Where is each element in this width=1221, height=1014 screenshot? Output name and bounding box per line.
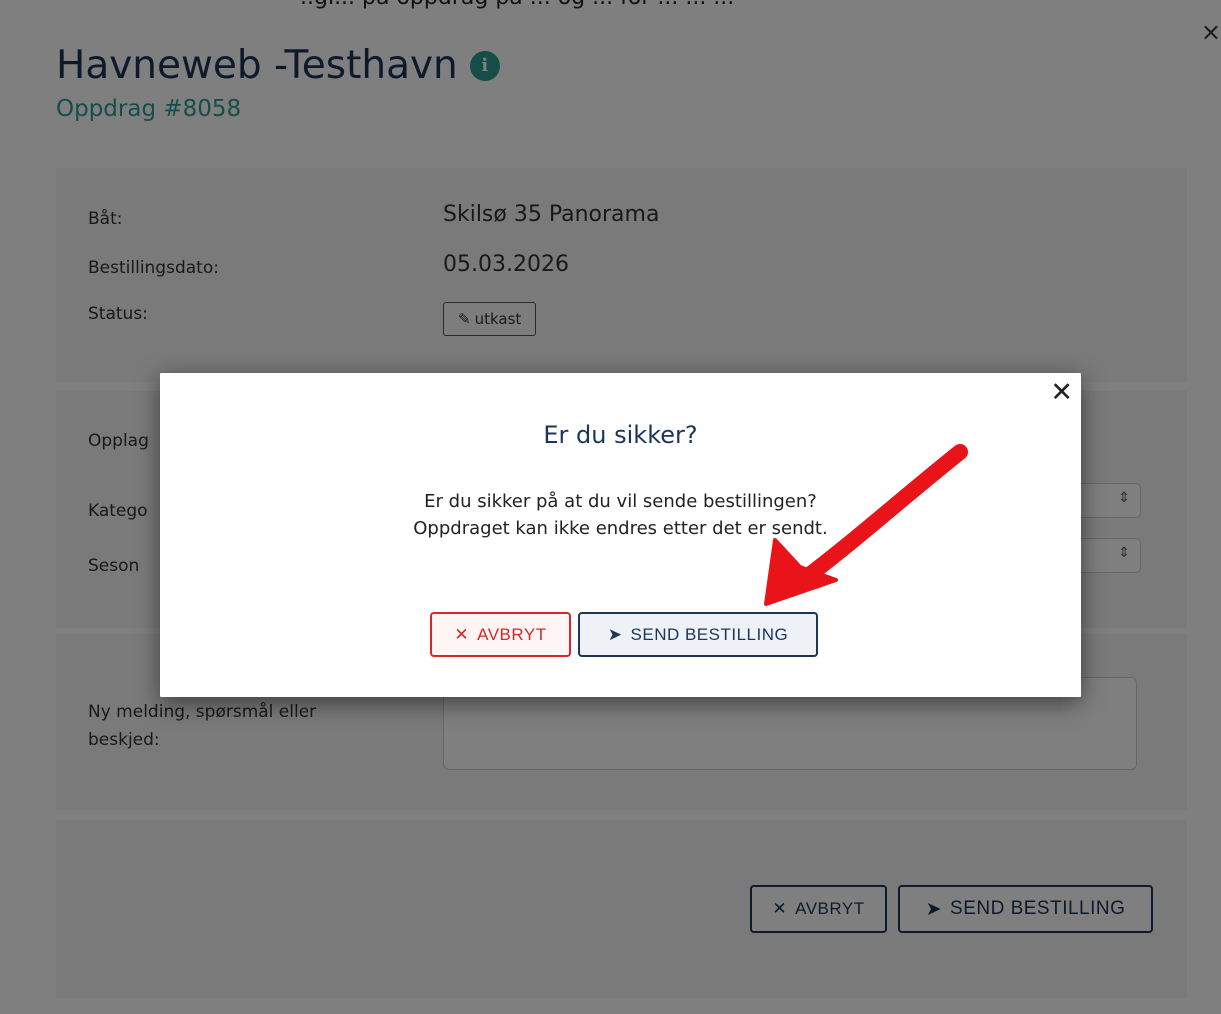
confirm-message-line1: Er du sikker på at du vil sende bestilli… xyxy=(424,491,817,512)
confirm-message-line2: Oppdraget kan ikke endres etter det er s… xyxy=(413,518,828,539)
confirm-dialog: ✕ Er du sikker? Er du sikker på at du vi… xyxy=(160,373,1081,697)
confirm-title: Er du sikker? xyxy=(543,421,698,449)
times-icon: ✕ xyxy=(454,624,470,644)
close-icon[interactable]: ✕ xyxy=(1050,379,1073,406)
confirm-send-button[interactable]: ➤ SEND BESTILLING xyxy=(578,612,818,657)
confirm-cancel-label: AVBRYT xyxy=(477,624,547,644)
confirm-send-label: SEND BESTILLING xyxy=(630,624,789,644)
confirm-cancel-button[interactable]: ✕ AVBRYT xyxy=(430,612,571,657)
confirm-message: Er du sikker på at du vil sende bestilli… xyxy=(160,488,1081,542)
paper-plane-icon: ➤ xyxy=(607,624,623,644)
